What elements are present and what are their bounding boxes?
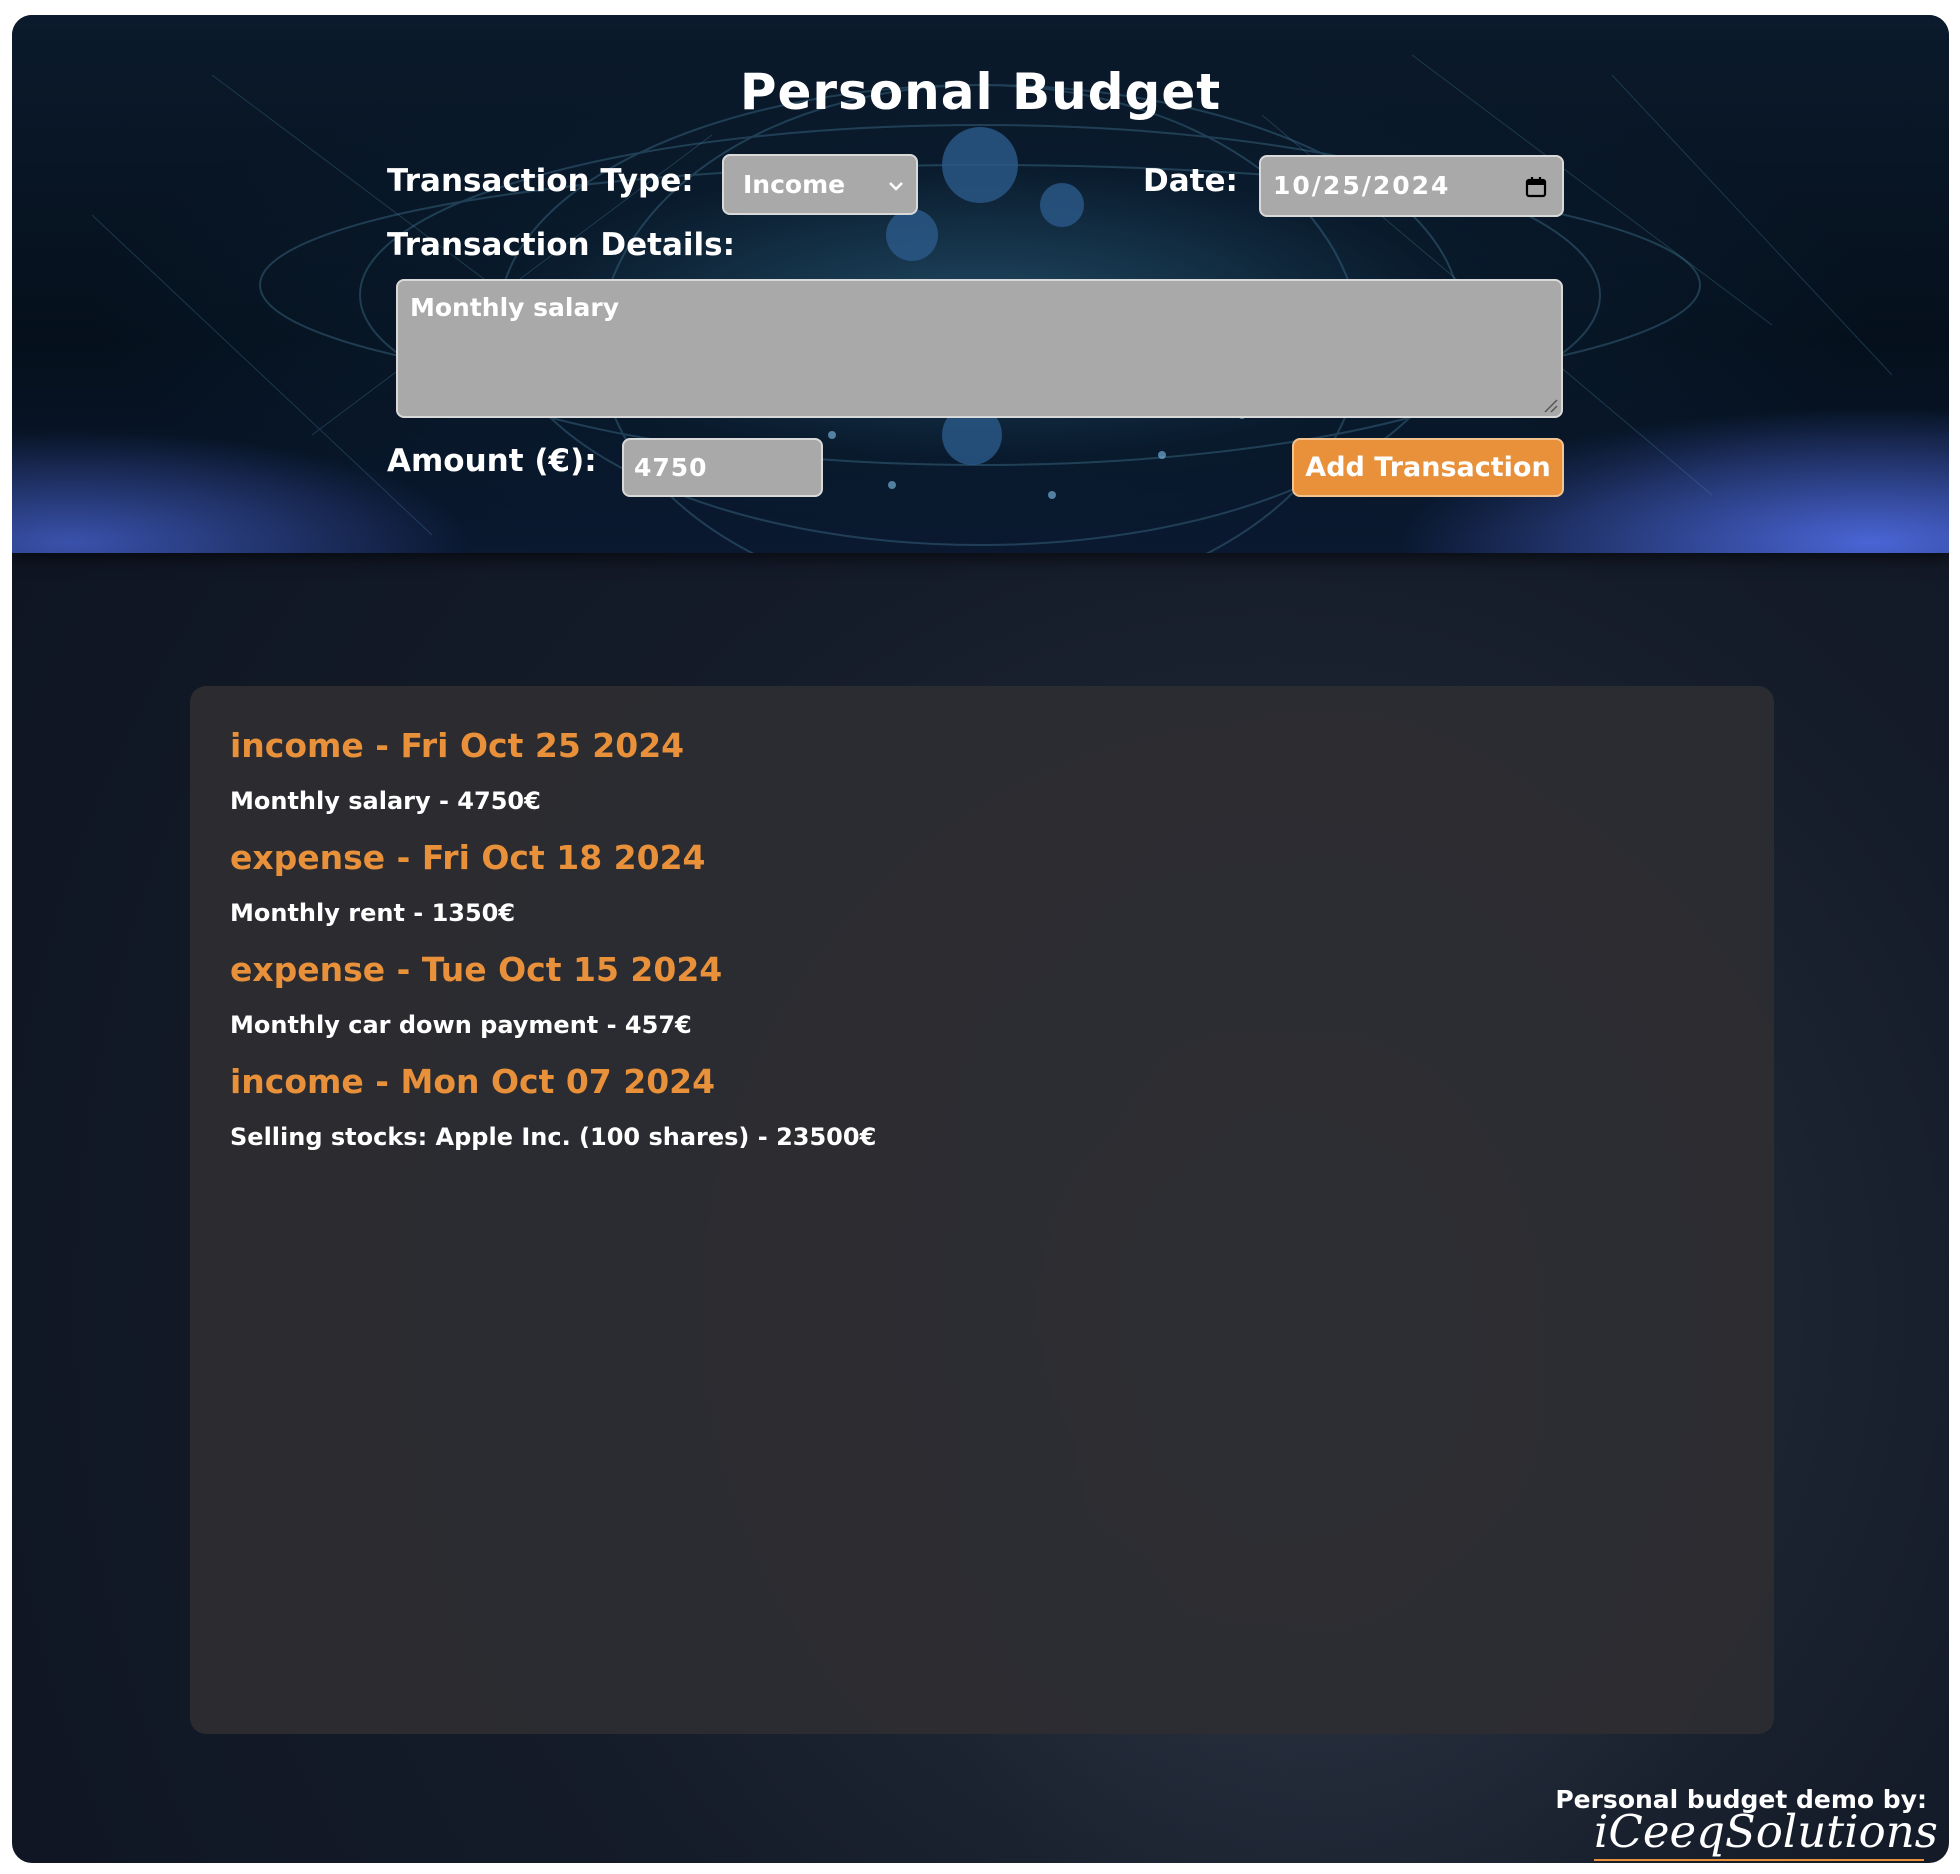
app-window: Personal Budget Transaction Type: Income… [12,15,1949,1863]
date-input[interactable]: 10/25/2024 [1259,155,1564,217]
transaction-form-header: Personal Budget Transaction Type: Income… [12,15,1949,553]
transaction-detail: Monthly rent - 1350€ [230,899,516,927]
transaction-type-value: Income [743,170,846,199]
transaction-details-textarea[interactable]: Monthly salary [396,279,1563,418]
transaction-list-panel: income - Fri Oct 25 2024 Monthly salary … [190,686,1774,1734]
resize-grip-icon[interactable] [1542,397,1558,413]
transaction-heading: expense - Fri Oct 18 2024 [230,838,706,877]
transaction-detail: Monthly salary - 4750€ [230,787,541,815]
transaction-type-select[interactable]: Income [722,154,918,215]
transaction-heading: expense - Tue Oct 15 2024 [230,950,723,989]
add-transaction-button[interactable]: Add Transaction [1292,438,1564,497]
calendar-icon[interactable] [1524,175,1548,199]
transaction-details-value: Monthly salary [410,293,619,322]
logo-underline [1594,1859,1924,1861]
transaction-heading: income - Fri Oct 25 2024 [230,726,685,765]
transaction-type-label: Transaction Type: [387,163,694,199]
amount-value: 4750 [634,453,708,482]
transaction-heading: income - Mon Oct 07 2024 [230,1062,716,1101]
chevron-down-icon [889,182,903,191]
date-value: 10/25/2024 [1273,171,1451,200]
transaction-detail: Monthly car down payment - 457€ [230,1011,692,1039]
iceeqsolutions-logo[interactable]: iCeeqSolutions [1594,1805,1938,1858]
transaction-details-label: Transaction Details: [387,227,735,263]
date-label: Date: [1143,163,1238,199]
amount-label: Amount (€): [387,443,597,479]
transaction-detail: Selling stocks: Apple Inc. (100 shares) … [230,1123,877,1151]
page-title: Personal Budget [739,63,1222,121]
amount-input[interactable]: 4750 [622,438,823,497]
